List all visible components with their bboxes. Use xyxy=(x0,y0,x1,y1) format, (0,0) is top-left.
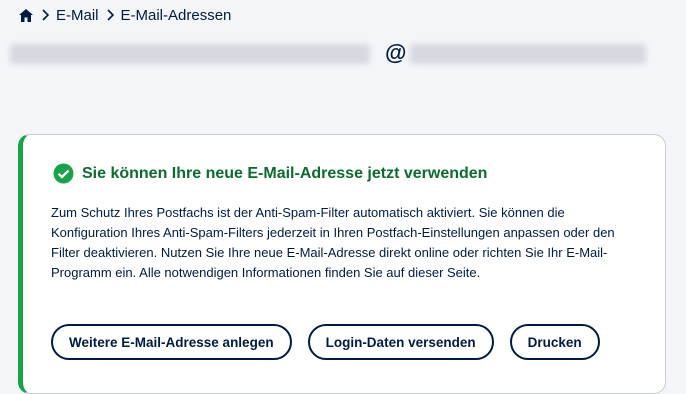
email-address-heading: @ xyxy=(0,36,686,72)
breadcrumb-email[interactable]: E-Mail xyxy=(56,7,99,24)
chevron-right-icon xyxy=(34,7,56,23)
at-symbol: @ xyxy=(385,40,407,65)
notice-title: Sie können Ihre neue E-Mail-Adresse jetz… xyxy=(82,164,488,182)
success-notice: Sie können Ihre neue E-Mail-Adresse jetz… xyxy=(18,134,666,394)
add-email-address-button[interactable]: Weitere E-Mail-Adresse anlegen xyxy=(51,324,292,360)
breadcrumb-email-addresses[interactable]: E-Mail-Adressen xyxy=(121,7,232,24)
print-button[interactable]: Drucken xyxy=(509,324,600,360)
redacted-local-part xyxy=(10,44,370,64)
breadcrumb: E-Mail E-Mail-Adressen xyxy=(18,4,231,26)
notice-heading: Sie können Ihre neue E-Mail-Adresse jetz… xyxy=(53,163,487,184)
check-circle-icon xyxy=(53,163,74,184)
home-icon[interactable] xyxy=(18,7,34,23)
redacted-domain xyxy=(410,44,646,64)
notice-actions: Weitere E-Mail-Adresse anlegen Login-Dat… xyxy=(51,324,600,360)
notice-text: Zum Schutz Ihres Postfachs ist der Anti-… xyxy=(51,205,615,280)
send-login-data-button[interactable]: Login-Daten versenden xyxy=(307,324,494,360)
chevron-right-icon xyxy=(99,7,121,23)
